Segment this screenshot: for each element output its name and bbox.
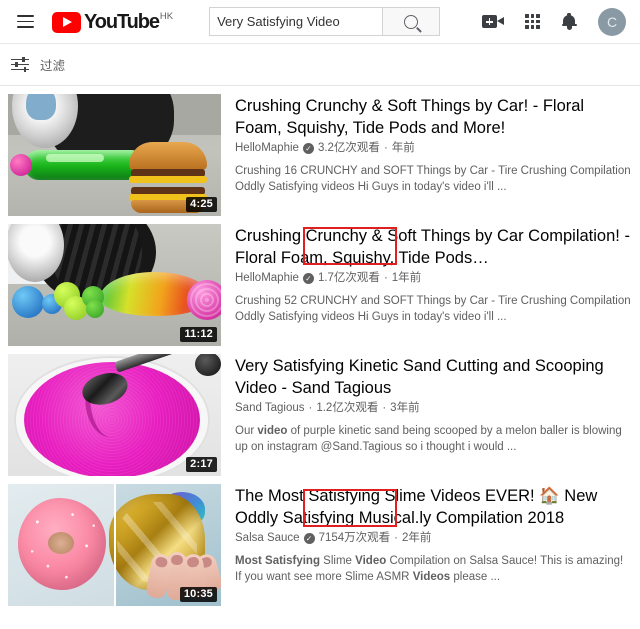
video-description: Most Satisfying Slime Video Compilation … [235, 555, 624, 583]
view-count: 1.2亿次观看 [316, 402, 379, 414]
video-duration: 10:35 [179, 587, 217, 602]
video-thumbnail[interactable]: 4:25 [8, 94, 221, 216]
metadata-separator: · [382, 402, 387, 414]
upload-age: 1年前 [391, 272, 422, 284]
search-icon [404, 14, 419, 29]
youtube-play-icon [52, 11, 81, 33]
video-metadata: HelloMaphie ✓ 3.2亿次观看 · 年前 [235, 140, 632, 156]
video-metadata: HelloMaphie ✓ 1.7亿次观看 · 1年前 [235, 270, 632, 286]
search-bar [209, 7, 441, 36]
video-info: Crushing Crunchy & Soft Things by Car! -… [221, 94, 632, 216]
video-description: Crushing 16 CRUNCHY and SOFT Things by C… [235, 165, 631, 193]
video-thumbnail[interactable]: 2:17 [8, 354, 221, 476]
hamburger-menu-icon[interactable] [8, 15, 42, 28]
upload-age: 2年前 [402, 532, 432, 544]
search-input[interactable] [210, 8, 383, 35]
filter-icon[interactable] [11, 56, 29, 72]
video-metadata: Sand Tagious · 1.2亿次观看 · 3年前 [235, 400, 632, 416]
search-results-list: 4:25 Crushing Crunchy & Soft Things by C… [0, 86, 640, 606]
search-result-item[interactable]: 4:25 Crushing Crunchy & Soft Things by C… [0, 94, 640, 265]
view-count: 3.2亿次观看 [317, 142, 380, 154]
filter-bar[interactable]: 过滤 [0, 44, 640, 86]
youtube-logo-text: YouTube [84, 10, 160, 33]
metadata-separator: · [308, 402, 313, 414]
video-title[interactable]: Crushing Crunchy & Soft Things by Car! -… [235, 95, 632, 139]
youtube-logo[interactable]: YouTube HK [52, 11, 173, 33]
masthead: YouTube HK C [0, 0, 640, 44]
verified-badge-icon: ✓ [303, 532, 315, 544]
video-title[interactable]: Very Satisfying Kinetic Sand Cutting and… [235, 355, 632, 399]
apps-grid-icon[interactable] [525, 14, 540, 29]
youtube-country-code: HK [159, 10, 174, 22]
filter-label: 过滤 [40, 59, 66, 73]
channel-name[interactable]: HelloMaphie [235, 270, 299, 286]
upload-age: 3年前 [390, 402, 420, 414]
verified-badge-icon: ✓ [302, 272, 314, 284]
video-duration: 11:12 [180, 327, 217, 342]
video-description: Crushing 52 CRUNCHY and SOFT Things by C… [235, 295, 631, 323]
channel-name[interactable]: Sand Tagious [235, 400, 304, 416]
search-result-item[interactable]: 11:12 Crushing Crunchy & Soft Things by … [0, 224, 640, 527]
metadata-separator: · [394, 532, 399, 544]
search-result-item[interactable]: 2:17 Very Satisfying Kinetic Sand Cuttin… [0, 354, 640, 476]
video-info: Very Satisfying Kinetic Sand Cutting and… [221, 354, 632, 476]
video-thumbnail[interactable]: 10:35 [8, 484, 221, 606]
video-metadata: Salsa Sauce ✓ 7154万次观看 · 2年前 [235, 530, 632, 546]
channel-name[interactable]: HelloMaphie [235, 140, 299, 156]
video-info: The Most Satisfying Slime Videos EVER! 🏠… [221, 484, 632, 606]
upload-age: 年前 [391, 142, 415, 154]
search-button[interactable] [382, 8, 440, 35]
video-title[interactable]: Crushing Crunchy & Soft Things by Car Co… [235, 225, 632, 269]
video-info: Crushing Crunchy & Soft Things by Car Co… [221, 224, 632, 346]
video-thumbnail[interactable]: 11:12 [8, 224, 221, 346]
video-title[interactable]: The Most Satisfying Slime Videos EVER! 🏠… [235, 485, 632, 529]
video-duration: 2:17 [186, 457, 217, 472]
avatar[interactable]: C [598, 7, 626, 36]
header-actions: C [482, 7, 626, 36]
search-result-item[interactable]: 10:35 The Most Satisfying Slime Videos E… [0, 484, 640, 606]
view-count: 1.7亿次观看 [317, 272, 380, 284]
video-duration: 4:25 [186, 197, 217, 212]
video-description: Our video of purple kinetic sand being s… [235, 425, 622, 453]
metadata-separator: · [383, 142, 388, 154]
metadata-separator: · [383, 272, 388, 284]
channel-name[interactable]: Salsa Sauce [235, 530, 300, 546]
notifications-bell-icon[interactable] [561, 12, 577, 31]
verified-badge-icon: ✓ [302, 142, 314, 154]
view-count: 7154万次观看 [318, 532, 391, 544]
create-video-icon[interactable] [482, 14, 504, 29]
